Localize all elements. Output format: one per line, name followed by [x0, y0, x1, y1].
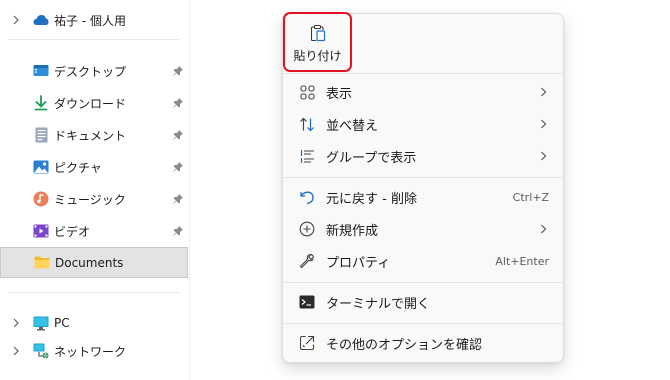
nav-item-label: ミュージック — [54, 192, 126, 207]
menu-item-label: ターミナルで開く — [326, 296, 431, 312]
nav-item-label: ドキュメント — [54, 128, 127, 143]
menu-divider — [284, 282, 564, 283]
nav-item-downloads[interactable]: ダウンロード — [0, 90, 190, 116]
menu-item-properties[interactable]: プロパティ Alt+Enter — [289, 246, 559, 276]
paste-button[interactable]: 貼り付け — [283, 12, 352, 72]
pin-icon[interactable] — [172, 161, 184, 173]
nav-item-label: デスクトップ — [54, 64, 127, 79]
chevron-right-icon — [539, 119, 547, 129]
menu-item-label: 並べ替え — [326, 118, 379, 134]
chevron-right-icon — [539, 151, 547, 161]
nav-item-label: Documents — [55, 255, 124, 270]
download-arrow-icon — [33, 95, 49, 111]
menu-item-sort[interactable]: 並べ替え — [289, 109, 559, 139]
desktop-folder-icon — [33, 63, 49, 79]
pin-icon[interactable] — [172, 65, 184, 77]
menu-item-label: 表示 — [326, 86, 353, 102]
pin-icon[interactable] — [172, 193, 184, 205]
nav-item-label: PC — [54, 316, 70, 330]
chevron-right-icon[interactable] — [11, 15, 21, 25]
nav-divider — [8, 39, 180, 40]
clipboard-paste-icon — [309, 24, 327, 42]
chevron-right-icon[interactable] — [11, 346, 21, 356]
nav-item-videos[interactable]: ビデオ — [0, 218, 190, 244]
paste-label: 貼り付け — [293, 49, 342, 63]
menu-item-label: 元に戻す - 削除 — [326, 191, 417, 207]
chevron-right-icon — [539, 87, 547, 97]
document-folder-icon — [33, 127, 49, 143]
wrench-icon — [299, 253, 315, 269]
nav-item-documents-quick[interactable]: ドキュメント — [0, 122, 190, 148]
navigation-pane: 祐子 - 個人用 デスクトップ ダウンロード ドキュメント ピクチャ ミュージッ… — [0, 0, 190, 380]
pane-divider — [189, 0, 190, 380]
nav-item-label: 祐子 - 個人用 — [54, 13, 126, 28]
nav-item-network[interactable]: ネットワーク — [0, 338, 190, 364]
menu-divider — [284, 73, 564, 74]
menu-divider — [284, 323, 564, 324]
chevron-right-icon[interactable] — [11, 318, 21, 328]
menu-item-label: 新規作成 — [326, 223, 379, 239]
menu-item-label: グループで表示 — [326, 150, 417, 166]
menu-divider — [284, 177, 564, 178]
external-open-icon — [299, 335, 315, 351]
undo-icon — [299, 189, 315, 205]
nav-item-pc[interactable]: PC — [0, 310, 190, 336]
menu-item-group-by[interactable]: グループで表示 — [289, 141, 559, 171]
menu-item-undo-delete[interactable]: 元に戻す - 削除 Ctrl+Z — [289, 182, 559, 212]
nav-item-documents-selected[interactable]: Documents — [0, 247, 188, 278]
nav-item-pictures[interactable]: ピクチャ — [0, 154, 190, 180]
menu-item-label: その他のオプションを確認 — [326, 337, 483, 353]
shortcut-label: Alt+Enter — [495, 254, 549, 268]
music-folder-icon — [33, 191, 49, 207]
monitor-icon — [33, 315, 49, 331]
menu-item-show-more-options[interactable]: その他のオプションを確認 — [289, 328, 559, 358]
chevron-right-icon — [539, 224, 547, 234]
menu-item-view[interactable]: 表示 — [289, 77, 559, 107]
onedrive-cloud-icon — [33, 12, 49, 28]
nav-item-label: ピクチャ — [54, 160, 102, 175]
pin-icon[interactable] — [172, 225, 184, 237]
nav-divider — [8, 292, 180, 293]
nav-item-onedrive[interactable]: 祐子 - 個人用 — [0, 7, 190, 33]
group-list-icon — [299, 148, 315, 164]
menu-item-label: プロパティ — [326, 255, 391, 271]
nav-item-label: ビデオ — [54, 224, 91, 239]
menu-item-open-in-terminal[interactable]: ターミナルで開く — [289, 287, 559, 317]
context-menu: 貼り付け 表示 並べ替え グループで表示 元に戻す - 削除 Ctrl+Z 新規… — [282, 12, 564, 363]
pin-icon[interactable] — [172, 97, 184, 109]
menu-item-new[interactable]: 新規作成 — [289, 214, 559, 244]
pin-icon[interactable] — [172, 129, 184, 141]
view-grid-icon — [299, 84, 315, 100]
nav-item-desktop[interactable]: デスクトップ — [0, 58, 190, 84]
nav-item-label: ダウンロード — [54, 96, 127, 111]
sort-arrows-icon — [299, 116, 315, 132]
video-folder-icon — [33, 223, 49, 239]
shortcut-label: Ctrl+Z — [512, 190, 549, 204]
yellow-folder-icon — [34, 255, 50, 271]
pictures-folder-icon — [33, 159, 49, 175]
new-plus-icon — [299, 221, 315, 237]
nav-item-music[interactable]: ミュージック — [0, 186, 190, 212]
network-icon — [33, 343, 49, 359]
terminal-icon — [299, 294, 315, 310]
nav-item-label: ネットワーク — [54, 344, 127, 359]
